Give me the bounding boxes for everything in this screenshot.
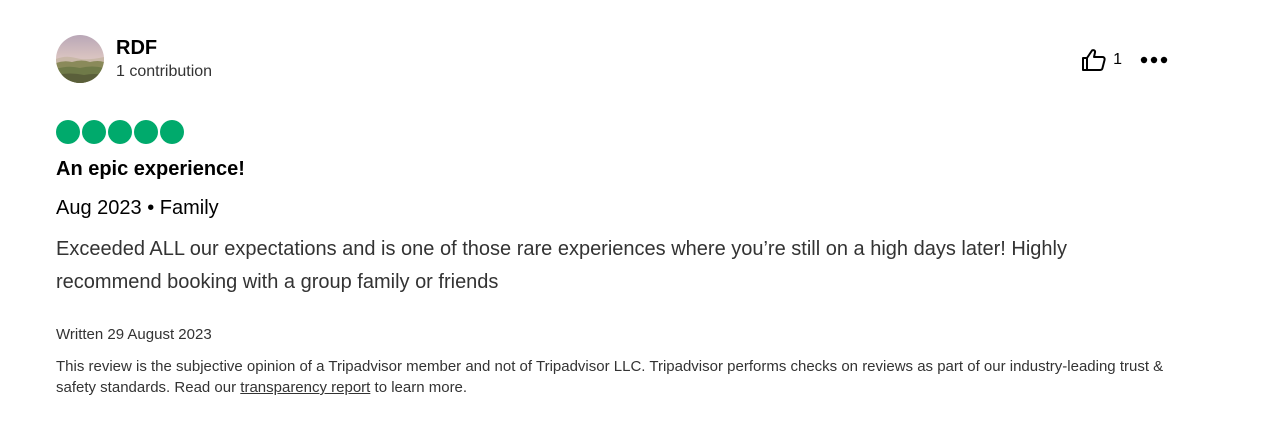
transparency-report-link[interactable]: transparency report: [240, 379, 370, 396]
review-disclaimer: This review is the subjective opinion of…: [56, 356, 1168, 398]
written-date: Written 29 August 2023: [56, 326, 212, 343]
avatar[interactable]: [56, 35, 104, 83]
rating-bubble: [56, 120, 80, 144]
review-actions: 1: [1081, 48, 1168, 72]
disclaimer-text-end: to learn more.: [370, 379, 468, 396]
thumbs-up-icon: [1082, 49, 1106, 71]
review-card: RDF 1 contribution 1 An epic experience!…: [56, 34, 1168, 398]
review-text: Exceeded ALL our expectations and is one…: [56, 238, 1067, 293]
reviewer-info: RDF 1 contribution: [116, 36, 212, 82]
avatar-image: [56, 35, 104, 83]
review-title[interactable]: An epic experience!: [56, 156, 1168, 182]
bubble-rating: [56, 120, 1168, 146]
review-header: RDF 1 contribution: [56, 34, 1168, 84]
review-trip-info: Aug 2023 • Family: [56, 197, 219, 219]
rating-bubble: [134, 120, 158, 144]
more-options-button[interactable]: [1140, 56, 1168, 64]
rating-bubble: [108, 120, 132, 144]
rating-bubble: [160, 120, 184, 144]
reviewer-name[interactable]: RDF: [116, 36, 212, 60]
contribution-count: 1 contribution: [116, 63, 213, 80]
helpful-count: 1: [1113, 51, 1122, 68]
more-options-icon: [1140, 56, 1168, 64]
rating-bubble: [82, 120, 106, 144]
disclaimer-text: This review is the subjective opinion of…: [56, 358, 1164, 396]
helpful-vote-button[interactable]: 1: [1081, 48, 1122, 72]
